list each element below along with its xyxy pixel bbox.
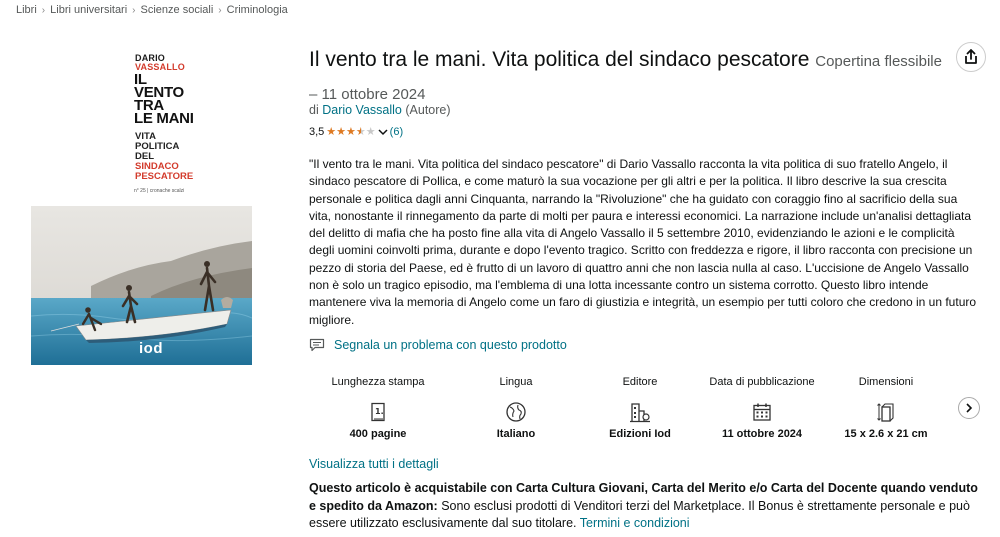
cover-series: n° 25 | cronache scalzi bbox=[134, 188, 185, 194]
breadcrumb-item[interactable]: Scienze sociali bbox=[141, 4, 214, 16]
spec-print-length: Lunghezza stampa 1. 400 pagine bbox=[318, 368, 438, 441]
bonus-notice: Questo articolo è acquistabile con Carta… bbox=[309, 480, 981, 533]
byline-prefix: di bbox=[309, 103, 319, 117]
report-problem[interactable]: Segnala un problema con questo prodotto bbox=[309, 338, 567, 352]
spec-language: Lingua Italiano bbox=[456, 368, 576, 441]
star-full-icon: ★ bbox=[346, 125, 356, 138]
binding-format: Copertina flessibile bbox=[815, 53, 942, 70]
spec-publication-date: Data di pubblicazione 11 ottobre 2024 bbox=[702, 368, 822, 441]
product-details-carousel: Lunghezza stampa 1. 400 pagine Lingua It… bbox=[318, 368, 958, 448]
spec-value: 15 x 2.6 x 21 cm bbox=[844, 428, 928, 440]
product-description: "Il vento tra le mani. Vita politica del… bbox=[309, 157, 977, 327]
rating-count-link[interactable]: (6) bbox=[390, 126, 403, 138]
globe-icon bbox=[456, 396, 576, 428]
chevron-down-icon[interactable] bbox=[378, 128, 388, 136]
breadcrumb-item[interactable]: Criminologia bbox=[227, 4, 288, 16]
byline: di Dario Vassallo (Autore) bbox=[309, 103, 451, 117]
spec-value: 400 pagine bbox=[349, 428, 407, 440]
star-half-icon: ★ bbox=[355, 125, 366, 138]
spec-label: Dimensioni bbox=[858, 375, 914, 388]
breadcrumb: Libri › Libri universitari › Scienze soc… bbox=[16, 4, 288, 16]
cover-subtitle: VITA POLITICA DEL SINDACO PESCATORE bbox=[135, 132, 193, 182]
report-problem-link[interactable]: Segnala un problema con questo prodotto bbox=[334, 338, 567, 352]
cover-title: IL VENTO TRA LE MANI bbox=[134, 72, 194, 127]
cover-publisher-logo: iod bbox=[139, 340, 163, 357]
terms-link[interactable]: Termini e condizioni bbox=[580, 516, 690, 530]
star-rating[interactable]: ★ ★ ★ ★ ★ bbox=[326, 125, 376, 138]
author-role: (Autore) bbox=[405, 103, 451, 117]
star-full-icon: ★ bbox=[336, 125, 347, 138]
svg-text:1.: 1. bbox=[375, 407, 384, 416]
publisher-building-icon bbox=[580, 396, 700, 428]
product-title: Il vento tra le mani. Vita politica del … bbox=[309, 44, 959, 110]
spec-label: Lunghezza stampa bbox=[331, 375, 425, 388]
cover-title-line: LE MANI bbox=[134, 110, 194, 127]
cover-subtitle-line: PESCATORE bbox=[135, 171, 194, 182]
breadcrumb-item[interactable]: Libri universitari bbox=[50, 4, 127, 16]
calendar-icon bbox=[702, 396, 822, 428]
spec-label: Lingua bbox=[499, 375, 533, 388]
author-link[interactable]: Dario Vassallo bbox=[322, 103, 402, 117]
book-cover-image[interactable]: DARIO VASSALLO IL VENTO TRA LE MANI VITA… bbox=[31, 52, 252, 367]
spec-publisher: Editore Edizioni Iod bbox=[580, 368, 700, 441]
star-empty-icon: ★ bbox=[365, 125, 376, 138]
spec-label: Editore bbox=[622, 375, 658, 388]
breadcrumb-separator-icon: › bbox=[41, 4, 46, 16]
spec-value: 11 ottobre 2024 bbox=[721, 428, 803, 440]
breadcrumb-separator-icon: › bbox=[218, 4, 222, 16]
spec-value: Italiano bbox=[496, 428, 536, 440]
breadcrumb-separator-icon: › bbox=[132, 4, 136, 16]
chevron-right-icon bbox=[966, 403, 973, 413]
carousel-next-button[interactable] bbox=[958, 397, 980, 419]
spec-dimensions: Dimensioni 15 x 2.6 x 21 cm bbox=[826, 368, 946, 441]
product-title-text: Il vento tra le mani. Vita politica del … bbox=[309, 48, 810, 71]
page-count-icon: 1. bbox=[318, 396, 438, 428]
publication-date: – 11 ottobre 2024 bbox=[309, 86, 426, 103]
dimensions-icon bbox=[826, 396, 946, 428]
share-button[interactable] bbox=[956, 42, 986, 72]
breadcrumb-item[interactable]: Libri bbox=[16, 4, 37, 16]
view-all-details-link[interactable]: Visualizza tutti i dettagli bbox=[309, 457, 439, 471]
star-full-icon: ★ bbox=[326, 125, 337, 138]
spec-label: Data di pubblicazione bbox=[709, 375, 815, 388]
rating-value: 3,5 bbox=[309, 126, 325, 138]
share-icon bbox=[965, 49, 977, 64]
cover-author: DARIO VASSALLO bbox=[135, 54, 185, 72]
rating-summary: 3,5 ★ ★ ★ ★ ★ (6) bbox=[309, 126, 403, 138]
comment-flag-icon bbox=[309, 338, 325, 352]
spec-value: Edizioni Iod bbox=[609, 428, 671, 440]
